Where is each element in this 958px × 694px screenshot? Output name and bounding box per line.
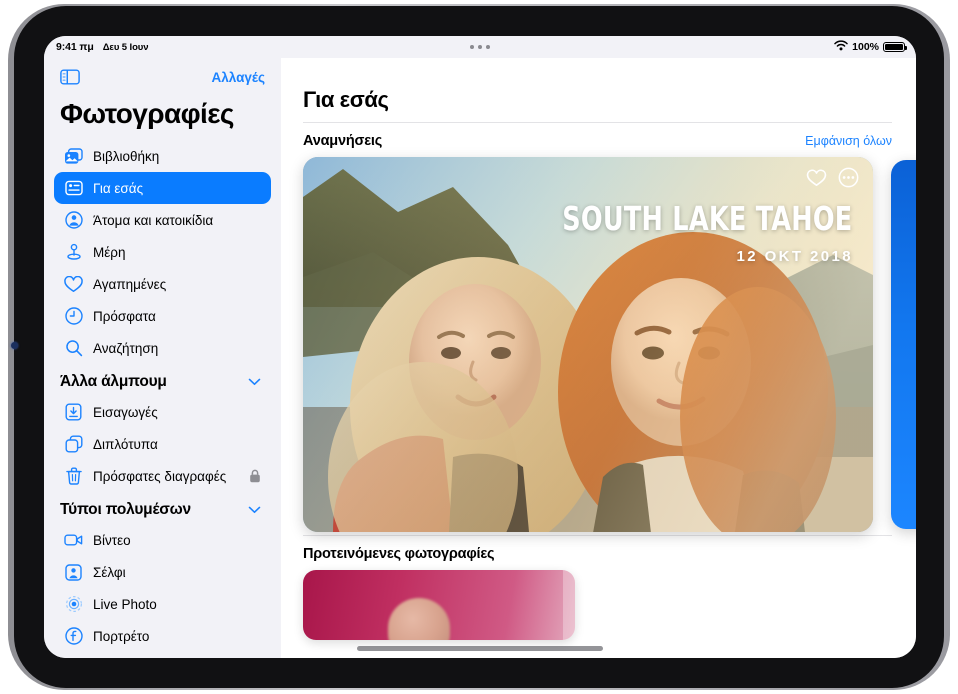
section-title: Προτεινόμενες φωτογραφίες	[303, 546, 495, 562]
duplicates-icon	[64, 435, 83, 454]
wifi-icon	[834, 40, 848, 54]
sidebar-item-portrait[interactable]: Πορτρέτο	[54, 620, 271, 652]
more-ellipsis-icon[interactable]	[838, 167, 859, 188]
trash-icon	[64, 467, 83, 486]
sidebar-group-other-albums[interactable]: Άλλα άλμπουμ	[54, 364, 271, 396]
group-title: Άλλα άλμπουμ	[60, 373, 167, 390]
sidebar-item-label: Για εσάς	[93, 180, 144, 196]
sidebar-item-label: Σέλφι	[93, 564, 126, 580]
status-time: 9:41 πμ	[56, 41, 94, 53]
sidebar-item-label: Αγαπημένες	[93, 276, 167, 292]
selfie-icon	[64, 563, 83, 582]
device-side-sensor	[11, 342, 18, 349]
section-header-memories: Αναμνήσεις Εμφάνιση όλων	[303, 123, 892, 157]
sidebar-item-places[interactable]: Μέρη	[54, 236, 271, 268]
sidebar-item-label: Live Photo	[93, 596, 157, 612]
sidebar-item-label: Άτομα και κατοικίδια	[93, 212, 214, 228]
sidebar: Αλλαγές Φωτογραφίες Βιβλιοθήκη Για εσάς …	[44, 58, 281, 658]
sidebar-item-recents[interactable]: Πρόσφατα	[54, 300, 271, 332]
for-you-icon	[64, 179, 83, 198]
dot	[470, 45, 474, 49]
page-title: Φωτογραφίες	[60, 98, 234, 129]
live-photo-icon	[64, 595, 83, 614]
status-date: Δευ 5 Ιουν	[102, 42, 149, 53]
edit-button[interactable]: Αλλαγές	[211, 70, 265, 85]
chevron-down-icon[interactable]	[248, 501, 261, 519]
memory-card-actions	[806, 167, 859, 188]
sidebar-item-live-photo[interactable]: Live Photo	[54, 588, 271, 620]
content-page-title: Για εσάς	[303, 87, 389, 112]
main-content: Για εσάς Αναμνήσεις Εμφάνιση όλων SOUTH …	[281, 58, 916, 658]
chevron-down-icon[interactable]	[248, 373, 261, 391]
sidebar-item-videos[interactable]: Βίντεο	[54, 524, 271, 556]
sidebar-item-selfies[interactable]: Σέλφι	[54, 556, 271, 588]
sidebar-item-recently-deleted[interactable]: Πρόσφατες διαγραφές	[54, 460, 271, 492]
heart-outline-icon[interactable]	[806, 167, 827, 188]
home-indicator[interactable]	[357, 646, 603, 651]
clock-icon	[64, 307, 83, 326]
memory-photo	[303, 157, 873, 532]
memories-carousel: SOUTH LAKE TAHOE 12 ΟΚΤ 2018	[303, 157, 916, 535]
search-icon	[64, 339, 83, 358]
suggested-photo-subject	[388, 598, 450, 640]
import-icon	[64, 403, 83, 422]
group-title: Τύποι πολυμέσων	[60, 501, 191, 518]
memory-card-next-peek[interactable]	[891, 160, 916, 529]
suggested-photo-next-peek	[563, 570, 575, 640]
sidebar-item-label: Πορτρέτο	[93, 628, 150, 644]
status-bar-right: 100%	[834, 40, 908, 54]
battery-full-icon	[883, 41, 908, 53]
sidebar-topbar: Αλλαγές	[54, 58, 271, 96]
sidebar-item-duplicates[interactable]: Διπλότυπα	[54, 428, 271, 460]
see-all-button[interactable]: Εμφάνιση όλων	[805, 134, 892, 148]
sidebar-item-imports[interactable]: Εισαγωγές	[54, 396, 271, 428]
sidebar-item-favorites[interactable]: Αγαπημένες	[54, 268, 271, 300]
people-pets-icon	[64, 211, 83, 230]
sidebar-item-label: Πρόσφατες διαγραφές	[93, 468, 227, 484]
portrait-icon	[64, 627, 83, 646]
multitasking-dots-icon[interactable]	[470, 45, 490, 49]
sidebar-group-media-types[interactable]: Τύποι πολυμέσων	[54, 492, 271, 524]
video-icon	[64, 531, 83, 550]
suggested-photo-card[interactable]	[303, 570, 575, 640]
sidebar-item-label: Εισαγωγές	[93, 404, 158, 420]
battery-percent: 100%	[852, 41, 879, 53]
dot	[486, 45, 490, 49]
sidebar-item-label: Βιβλιοθήκη	[93, 148, 160, 164]
sidebar-toggle-icon[interactable]	[60, 69, 80, 85]
sidebar-item-library[interactable]: Βιβλιοθήκη	[54, 140, 271, 172]
sidebar-item-label: Διπλότυπα	[93, 436, 158, 452]
ipad-screen: 9:41 πμ Δευ 5 Ιουν 100% Αλλαγές Φωτογραφ…	[44, 36, 916, 658]
status-bar-left: 9:41 πμ Δευ 5 Ιουν	[56, 41, 148, 53]
section-title: Αναμνήσεις	[303, 133, 383, 149]
places-pin-icon	[64, 243, 83, 262]
sidebar-item-search[interactable]: Αναζήτηση	[54, 332, 271, 364]
lock-icon	[249, 469, 261, 483]
sidebar-item-label: Πρόσφατα	[93, 308, 156, 324]
photo-library-icon	[64, 147, 83, 166]
sidebar-item-label: Βίντεο	[93, 532, 131, 548]
status-bar: 9:41 πμ Δευ 5 Ιουν 100%	[44, 36, 916, 58]
memory-card[interactable]: SOUTH LAKE TAHOE 12 ΟΚΤ 2018	[303, 157, 873, 532]
section-header-suggested: Προτεινόμενες φωτογραφίες	[303, 536, 892, 570]
heart-icon	[64, 275, 83, 294]
sidebar-item-label: Μέρη	[93, 244, 126, 260]
sidebar-item-people-pets[interactable]: Άτομα και κατοικίδια	[54, 204, 271, 236]
dot	[478, 45, 482, 49]
split-view: Αλλαγές Φωτογραφίες Βιβλιοθήκη Για εσάς …	[44, 58, 916, 658]
sidebar-item-for-you[interactable]: Για εσάς	[54, 172, 271, 204]
sidebar-item-label: Αναζήτηση	[93, 340, 159, 356]
